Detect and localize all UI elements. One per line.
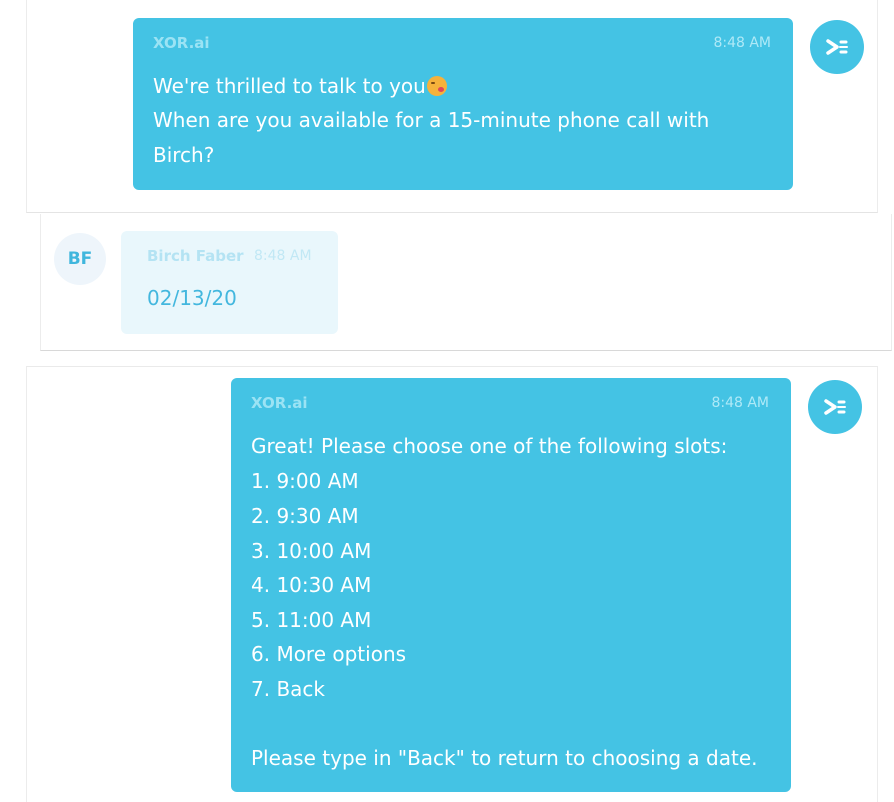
avatar: BF <box>54 233 106 285</box>
slot-option: 3. 10:00 AM <box>251 539 372 563</box>
bot-message-bubble: XOR.ai 8:48 AM We're thrilled to talk to… <box>133 18 793 190</box>
user-message-bubble: Birch Faber 8:48 AM 02/13/20 <box>121 231 338 334</box>
message-sender: Birch Faber <box>147 247 244 265</box>
xor-logo-icon <box>808 380 862 434</box>
bot-message-bubble: XOR.ai 8:48 AM Great! Please choose one … <box>231 378 791 792</box>
xor-logo-icon <box>810 20 864 74</box>
message-line: We're thrilled to talk to you <box>153 74 447 98</box>
message-time: 8:48 AM <box>713 35 771 51</box>
message-sender: XOR.ai <box>251 394 308 412</box>
slot-option: 1. 9:00 AM <box>251 469 359 493</box>
message-line: Great! Please choose one of the followin… <box>251 434 728 458</box>
slot-option: 4. 10:30 AM <box>251 573 372 597</box>
slot-option: 5. 11:00 AM <box>251 608 372 632</box>
message-line: Please type in "Back" to return to choos… <box>251 746 758 770</box>
message-line: Birch? <box>153 143 215 167</box>
message-sender: XOR.ai <box>153 34 210 52</box>
winking-kiss-emoji-icon <box>426 76 447 96</box>
slot-option: 2. 9:30 AM <box>251 504 359 528</box>
message-time: 8:48 AM <box>711 395 769 411</box>
slot-option: 7. Back <box>251 677 325 701</box>
slot-option: 6. More options <box>251 642 407 666</box>
message-text: 02/13/20 <box>147 286 237 310</box>
message-line: When are you available for a 15-minute p… <box>153 108 710 132</box>
message-time: 8:48 AM <box>254 248 312 264</box>
